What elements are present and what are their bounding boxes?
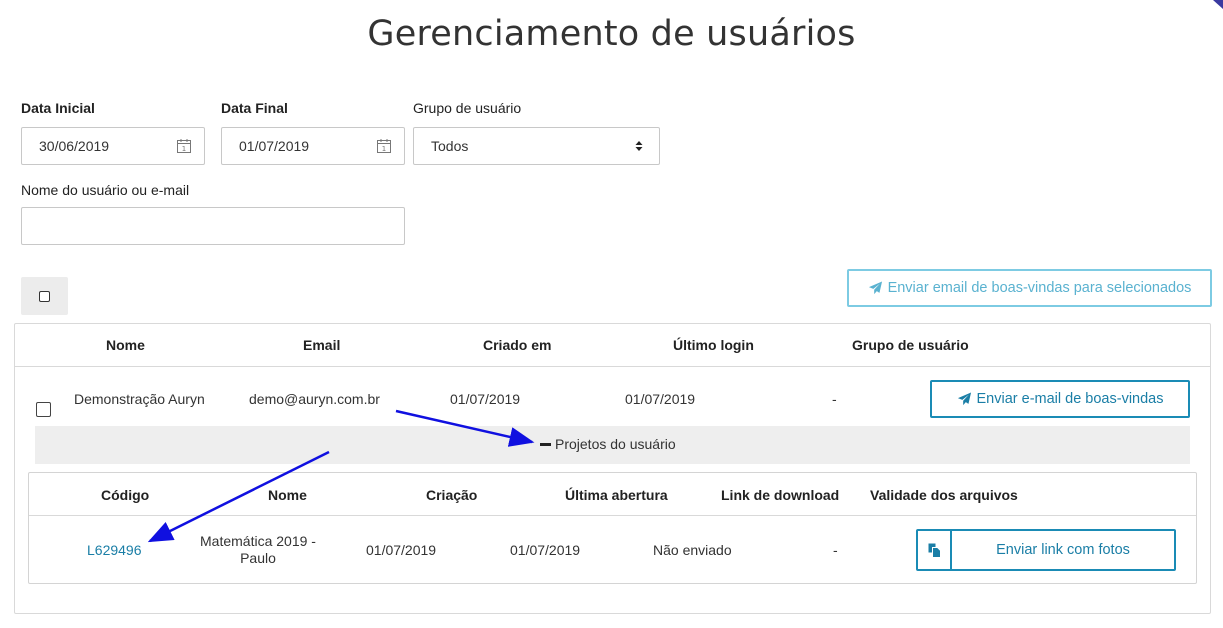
annotation-arrows — [147, 0, 1223, 543]
annotation-arrow-to-projects — [395, 409, 535, 447]
corner-decoration — [1213, 0, 1223, 9]
annotation-arrow-to-code — [147, 450, 330, 543]
